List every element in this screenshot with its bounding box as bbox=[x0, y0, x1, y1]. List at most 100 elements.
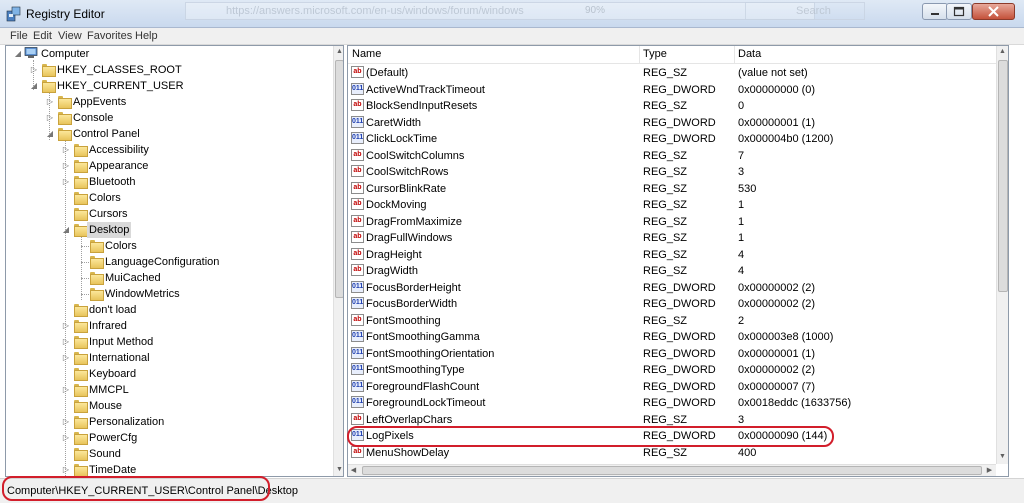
value-row[interactable]: 011 FocusBorderHeight REG_DWORD 0x00000002 … bbox=[348, 280, 993, 296]
tree-label: Bluetooth bbox=[89, 176, 136, 188]
list-horizontal-scrollbar[interactable]: ◀ ▶ bbox=[348, 464, 996, 476]
collapsed-arrow-icon[interactable]: ▷ bbox=[62, 158, 70, 174]
value-row[interactable]: 011 FontSmoothingOrientation REG_DWORD 0x00… bbox=[348, 346, 993, 362]
value-row[interactable]: 011 ClickLockTime REG_DWORD 0x000004b0 (120… bbox=[348, 131, 993, 147]
value-row[interactable]: ab DragFromMaximize REG_SZ 1 bbox=[348, 214, 993, 230]
folder-icon bbox=[74, 320, 88, 333]
value-row[interactable]: 011 ForegroundLockTimeout REG_DWORD 0x0018e… bbox=[348, 395, 993, 411]
folder-icon bbox=[74, 304, 88, 317]
value-row[interactable]: ab CoolSwitchColumns REG_SZ 7 bbox=[348, 148, 993, 164]
value-type: REG_DWORD bbox=[643, 133, 716, 145]
value-row[interactable]: 011 FontSmoothingGamma REG_DWORD 0x000003e8… bbox=[348, 329, 993, 345]
background-zoom-level: 90% bbox=[585, 5, 606, 16]
string-value-icon: ab bbox=[351, 445, 364, 458]
maximize-button[interactable] bbox=[946, 3, 972, 20]
dword-value-icon: 011 bbox=[351, 330, 364, 342]
value-row[interactable]: 011 ForegroundFlashCount REG_DWORD 0x000000… bbox=[348, 379, 993, 395]
value-row[interactable]: ab CoolSwitchRows REG_SZ 3 bbox=[348, 164, 993, 180]
collapsed-arrow-icon[interactable]: ▷ bbox=[62, 334, 70, 350]
collapsed-arrow-icon[interactable]: ▷ bbox=[62, 318, 70, 334]
value-row[interactable]: ab DragHeight REG_SZ 4 bbox=[348, 247, 993, 263]
collapsed-arrow-icon[interactable]: ▷ bbox=[62, 142, 70, 158]
list-scroll-thumb[interactable] bbox=[998, 60, 1008, 292]
value-data: 4 bbox=[738, 248, 745, 261]
expanded-arrow-icon[interactable]: ◢ bbox=[46, 126, 54, 142]
tree-label: Computer bbox=[41, 48, 90, 60]
collapsed-arrow-icon[interactable]: ▷ bbox=[62, 462, 70, 476]
value-type: REG_SZ bbox=[643, 100, 688, 112]
scroll-down-arrow-icon[interactable]: ▼ bbox=[997, 451, 1008, 463]
computer-icon bbox=[24, 47, 38, 58]
menu-help[interactable]: Help bbox=[135, 30, 158, 42]
dword-value-icon: 011 bbox=[351, 396, 364, 408]
string-value-icon: ab bbox=[351, 231, 364, 243]
scroll-down-arrow-icon[interactable]: ▼ bbox=[334, 464, 343, 476]
scroll-right-arrow-icon[interactable]: ▶ bbox=[984, 465, 995, 476]
scroll-up-arrow-icon[interactable]: ▲ bbox=[334, 46, 343, 58]
column-divider[interactable] bbox=[639, 46, 640, 63]
tree-connector bbox=[81, 246, 89, 247]
value-row[interactable]: ab BlockSendInputResets REG_SZ 0 bbox=[348, 98, 993, 114]
value-row[interactable]: ab FontSmoothing REG_SZ 2 bbox=[348, 313, 993, 329]
tree-vertical-scrollbar[interactable]: ▲ ▼ bbox=[333, 46, 343, 476]
value-row[interactable]: ab CursorBlinkRate REG_SZ 530 bbox=[348, 181, 993, 197]
minimize-button[interactable] bbox=[922, 3, 948, 20]
collapsed-arrow-icon[interactable]: ▷ bbox=[62, 414, 70, 430]
value-row[interactable]: ab (Default) REG_SZ (value not set) bbox=[348, 65, 993, 81]
list-header: Name Type Data bbox=[348, 46, 1008, 64]
value-type: REG_SZ bbox=[643, 314, 688, 327]
collapsed-arrow-icon[interactable]: ▷ bbox=[30, 62, 38, 78]
scroll-up-arrow-icon[interactable]: ▲ bbox=[997, 46, 1008, 58]
scroll-left-arrow-icon[interactable]: ◀ bbox=[348, 465, 359, 476]
menu-favorites[interactable]: Favorites bbox=[87, 30, 132, 42]
close-button[interactable] bbox=[972, 3, 1015, 20]
list-vertical-scrollbar[interactable]: ▲ ▼ bbox=[996, 46, 1008, 464]
expanded-arrow-icon[interactable]: ◢ bbox=[14, 46, 22, 62]
value-row[interactable]: 011 CaretWidth REG_DWORD 0x00000001 (1) bbox=[348, 115, 993, 131]
tree-scroll-thumb[interactable] bbox=[335, 60, 343, 298]
collapsed-arrow-icon[interactable]: ▷ bbox=[62, 174, 70, 190]
value-row[interactable]: ab MenuShowDelay REG_SZ 400 bbox=[348, 445, 993, 461]
key-tree-pane[interactable]: ◢ Computer ▷ HKEY_CLASSES_ROOT ◢ HKEY_CU… bbox=[5, 45, 344, 477]
value-row[interactable]: 011 LogPixels REG_DWORD 0x00000090 (144) bbox=[348, 428, 993, 444]
collapsed-arrow-icon[interactable]: ▷ bbox=[46, 110, 54, 126]
menu-edit[interactable]: Edit bbox=[33, 30, 52, 42]
menu-file[interactable]: File bbox=[10, 30, 28, 42]
value-row[interactable]: 011 FontSmoothingType REG_DWORD 0x00000002 … bbox=[348, 362, 993, 378]
collapsed-arrow-icon[interactable]: ▷ bbox=[62, 430, 70, 446]
collapsed-arrow-icon[interactable]: ▷ bbox=[62, 382, 70, 398]
minimize-icon bbox=[931, 13, 939, 15]
value-row[interactable]: ab DragWidth REG_SZ 4 bbox=[348, 263, 993, 279]
collapsed-arrow-icon[interactable]: ▷ bbox=[46, 94, 54, 110]
tree-label: Appearance bbox=[89, 160, 149, 172]
value-name: FontSmoothingGamma bbox=[366, 331, 480, 343]
title-bar: Registry Editor https://answers.microsof… bbox=[0, 0, 1024, 28]
value-row[interactable]: 011 ActiveWndTrackTimeout REG_DWORD 0x00000… bbox=[348, 82, 993, 98]
string-value-icon: ab bbox=[351, 198, 364, 210]
collapsed-arrow-icon[interactable]: ▷ bbox=[62, 350, 70, 366]
column-divider[interactable] bbox=[734, 46, 735, 63]
value-type: REG_SZ bbox=[643, 265, 688, 277]
value-name: ClickLockTime bbox=[366, 133, 438, 145]
expanded-arrow-icon[interactable]: ◢ bbox=[30, 78, 38, 94]
dword-value-icon: 011 bbox=[351, 346, 364, 359]
value-data: 530 bbox=[738, 182, 757, 195]
folder-icon bbox=[74, 432, 88, 445]
values-list-pane[interactable]: Name Type Data ab (Default) REG_SZ (value n… bbox=[347, 45, 1009, 477]
tree-label: LanguageConfiguration bbox=[105, 256, 220, 268]
value-row[interactable]: ab DockMoving REG_SZ 1 bbox=[348, 197, 993, 213]
value-type: REG_DWORD bbox=[643, 281, 716, 294]
value-name: ActiveWndTrackTimeout bbox=[366, 83, 485, 96]
column-header-type[interactable]: Type bbox=[643, 48, 667, 60]
dword-value-icon: 011 bbox=[351, 280, 364, 293]
expanded-arrow-icon[interactable]: ◢ bbox=[62, 222, 70, 238]
menu-view[interactable]: View bbox=[58, 30, 82, 42]
value-row[interactable]: ab LeftOverlapChars REG_SZ 3 bbox=[348, 412, 993, 428]
tree-connector bbox=[81, 278, 89, 279]
tree-label: MMCPL bbox=[89, 384, 129, 396]
value-row[interactable]: ab DragFullWindows REG_SZ 1 bbox=[348, 230, 993, 246]
value-row[interactable]: 011 FocusBorderWidth REG_DWORD 0x00000002 (… bbox=[348, 296, 993, 312]
column-header-name[interactable]: Name bbox=[352, 48, 381, 60]
column-header-data[interactable]: Data bbox=[738, 48, 761, 60]
list-hscroll-thumb[interactable] bbox=[362, 466, 982, 475]
